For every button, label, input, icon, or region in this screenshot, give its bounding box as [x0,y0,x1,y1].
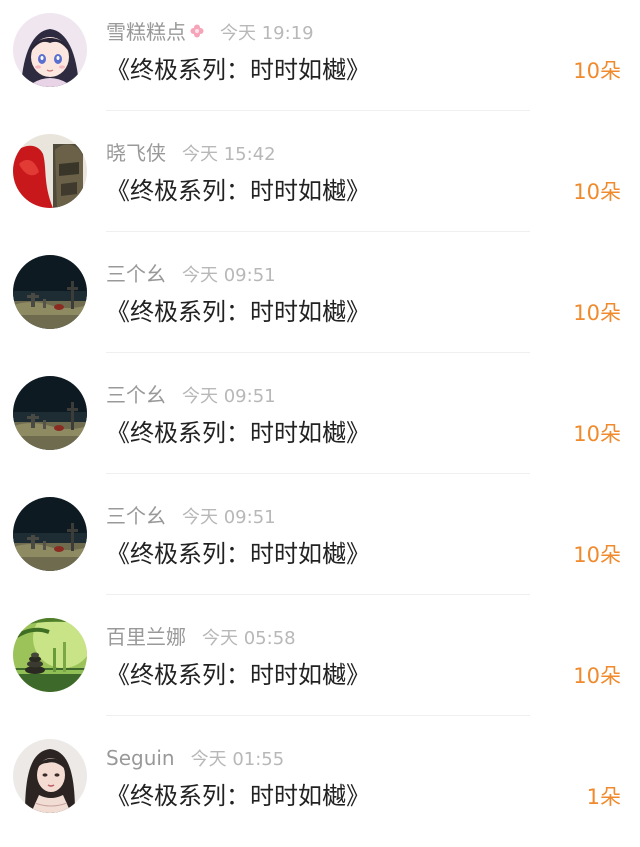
meta-line: 晓飞侠 今天 15:42 [106,139,276,167]
bamboo-stones-avatar [13,618,87,692]
list-item[interactable]: 晓飞侠 今天 15:42 《终极系列：时时如樾》 10朵 [0,121,640,242]
night-field-avatar [13,255,87,329]
list-item[interactable]: 三个幺 今天 09:51 《终极系列：时时如樾》 10朵 [0,242,640,363]
flower-icon [190,19,204,47]
timestamp: 今天 15:42 [182,144,276,165]
meta-line: 三个幺 今天 09:51 [106,260,276,288]
book-title[interactable]: 《终极系列：时时如樾》 [106,415,370,451]
gift-count: 10朵 [573,301,621,325]
avatar[interactable] [13,13,87,87]
username[interactable]: 雪糕糕点 [106,20,186,44]
timestamp: 今天 09:51 [182,265,276,286]
divider [106,231,530,232]
list-item[interactable]: 雪糕糕点 今天 19:19 《终极系列：时时如樾》 10朵 [0,0,640,121]
meta-line: 三个幺 今天 09:51 [106,381,276,409]
avatar[interactable] [13,376,87,450]
meta-line: 雪糕糕点 今天 19:19 [106,18,314,46]
avatar[interactable] [13,255,87,329]
timestamp: 今天 05:58 [202,628,296,649]
username[interactable]: 三个幺 [106,504,166,528]
gift-count: 10朵 [573,422,621,446]
list-item[interactable]: 百里兰娜 今天 05:58 《终极系列：时时如樾》 10朵 [0,605,640,726]
red-robe-avatar [13,134,87,208]
gift-count: 10朵 [573,59,621,83]
book-title[interactable]: 《终极系列：时时如樾》 [106,294,370,330]
book-title[interactable]: 《终极系列：时时如樾》 [106,52,370,88]
meta-line: 三个幺 今天 09:51 [106,502,276,530]
timestamp: 今天 19:19 [220,23,314,44]
avatar[interactable] [13,739,87,813]
username[interactable]: Seguin [106,746,175,770]
username[interactable]: 百里兰娜 [106,625,186,649]
portrait-woman-avatar [13,739,87,813]
username[interactable]: 三个幺 [106,262,166,286]
book-title[interactable]: 《终极系列：时时如樾》 [106,536,370,572]
list-item[interactable]: Seguin 今天 01:55 《终极系列：时时如樾》 1朵 [0,726,640,847]
book-title[interactable]: 《终极系列：时时如樾》 [106,657,370,693]
anime-girl-avatar [13,13,87,87]
username[interactable]: 三个幺 [106,383,166,407]
gift-count: 1朵 [586,785,621,809]
timestamp: 今天 01:55 [190,749,285,770]
divider [106,352,530,353]
meta-line: 百里兰娜 今天 05:58 [106,623,296,651]
gift-count: 10朵 [573,180,621,204]
divider [106,715,530,716]
avatar[interactable] [13,618,87,692]
divider [106,473,530,474]
book-title[interactable]: 《终极系列：时时如樾》 [106,778,370,814]
list-item[interactable]: 三个幺 今天 09:51 《终极系列：时时如樾》 10朵 [0,484,640,605]
list-item[interactable]: 三个幺 今天 09:51 《终极系列：时时如樾》 10朵 [0,363,640,484]
night-field-avatar [13,497,87,571]
gift-list: 雪糕糕点 今天 19:19 《终极系列：时时如樾》 10朵 晓飞侠 今天 15:42… [0,0,640,832]
night-field-avatar [13,376,87,450]
timestamp: 今天 09:51 [182,386,276,407]
avatar[interactable] [13,134,87,208]
avatar[interactable] [13,497,87,571]
divider [106,594,530,595]
timestamp: 今天 09:51 [182,507,276,528]
gift-count: 10朵 [573,543,621,567]
username[interactable]: 晓飞侠 [106,141,166,165]
meta-line: Seguin 今天 01:55 [106,744,284,772]
book-title[interactable]: 《终极系列：时时如樾》 [106,173,370,209]
divider [106,110,530,111]
gift-count: 10朵 [573,664,621,688]
